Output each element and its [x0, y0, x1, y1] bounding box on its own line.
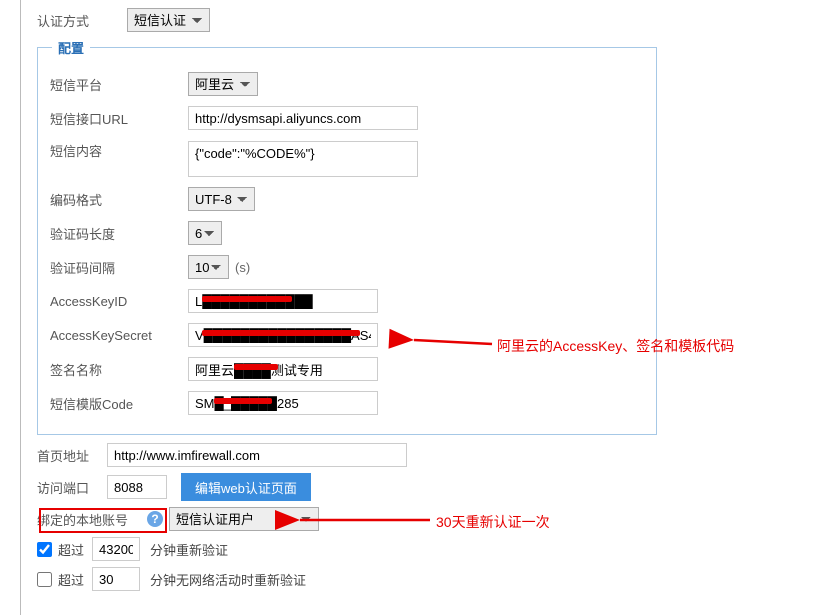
reauth-prefix-1: 超过	[58, 540, 84, 559]
idle-reauth-minutes-input[interactable]	[92, 567, 140, 591]
sign-name-label: 签名名称	[50, 360, 188, 379]
config-legend: 配置	[52, 38, 90, 57]
port-label: 访问端口	[37, 478, 107, 497]
encoding-select[interactable]: UTF-8	[188, 187, 255, 211]
accesskeyid-label: AccessKeyID	[50, 294, 188, 309]
reauth-suffix-2: 分钟无网络活动时重新验证	[150, 570, 306, 589]
accesskeysecret-input[interactable]	[188, 323, 378, 347]
reauth-prefix-2: 超过	[58, 570, 84, 589]
auth-method-label: 认证方式	[37, 11, 127, 30]
code-len-label: 验证码长度	[50, 224, 188, 243]
sms-platform-select[interactable]: 阿里云	[188, 72, 258, 96]
code-interval-label: 验证码间隔	[50, 258, 188, 277]
code-interval-select[interactable]: 10	[188, 255, 229, 279]
auth-method-select[interactable]: 短信认证	[127, 8, 210, 32]
config-fieldset: 配置 短信平台 阿里云 短信接口URL 短信内容 {"code":"%CODE%…	[37, 38, 657, 435]
home-url-input[interactable]	[107, 443, 407, 467]
encoding-label: 编码格式	[50, 190, 188, 209]
home-url-label: 首页地址	[37, 446, 107, 465]
sms-api-url-input[interactable]	[188, 106, 418, 130]
accesskeysecret-label: AccessKeySecret	[50, 328, 188, 343]
bind-account-select[interactable]: 短信认证用户	[169, 507, 319, 531]
annotation-box-1	[39, 508, 167, 533]
template-code-label: 短信模版Code	[50, 394, 188, 413]
reauth-minutes-checkbox[interactable]	[37, 542, 52, 557]
edit-web-auth-page-button[interactable]: 编辑web认证页面	[181, 473, 311, 501]
annotation-text-2: 30天重新认证一次	[436, 512, 550, 532]
sign-name-input[interactable]	[188, 357, 378, 381]
sms-api-url-label: 短信接口URL	[50, 109, 188, 128]
sms-content-textarea[interactable]: {"code":"%CODE%"}	[188, 141, 418, 177]
sms-platform-label: 短信平台	[50, 75, 188, 94]
template-code-input[interactable]	[188, 391, 378, 415]
idle-reauth-checkbox[interactable]	[37, 572, 52, 587]
reauth-minutes-input[interactable]	[92, 537, 140, 561]
annotation-text-1: 阿里云的AccessKey、签名和模板代码	[497, 336, 734, 356]
code-len-select[interactable]: 6	[188, 221, 222, 245]
port-input[interactable]	[107, 475, 167, 499]
sms-content-label: 短信内容	[50, 141, 188, 160]
reauth-suffix-1: 分钟重新验证	[150, 540, 228, 559]
accesskeyid-input[interactable]	[188, 289, 378, 313]
code-interval-unit: (s)	[235, 260, 250, 275]
